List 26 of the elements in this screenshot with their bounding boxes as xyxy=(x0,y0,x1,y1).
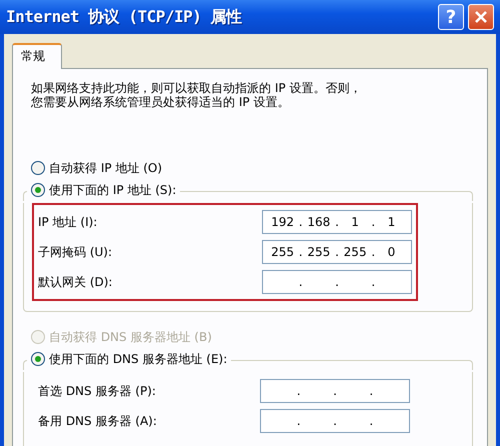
ip-address-field[interactable]: . . . xyxy=(260,409,410,433)
radio-label: 使用下面的 DNS 服务器地址 (E): xyxy=(49,350,228,368)
description-text: 如果网络支持此功能，则可以获取自动指派的 IP 设置。否则， xyxy=(31,81,362,95)
group-box-border xyxy=(23,360,27,370)
field-label: 首选 DNS 服务器 (P): xyxy=(38,382,156,400)
help-button[interactable]: ? xyxy=(438,4,464,30)
ip-address-field[interactable]: . . . xyxy=(260,379,410,403)
close-button[interactable] xyxy=(468,4,494,30)
window-title: Internet 协议 (TCP/IP) 属性 xyxy=(6,6,242,28)
ip-address-field[interactable]: . . . xyxy=(262,270,412,294)
close-icon xyxy=(474,10,488,24)
radio-button[interactable] xyxy=(31,183,45,197)
radio-label: 使用下面的 IP 地址 (S): xyxy=(49,182,176,198)
radio-button[interactable] xyxy=(31,352,45,366)
group-box-border xyxy=(23,191,27,201)
radio-label: 自动获得 DNS 服务器地址 (B) xyxy=(49,328,212,346)
description-text: 您需要从网络系统管理员处获得适当的 IP 设置。 xyxy=(31,95,290,109)
field-label: 子网掩码 (U): xyxy=(38,244,112,260)
tab[interactable]: 常规 xyxy=(12,43,62,69)
ip-address-field[interactable]: 192 . 168 . 1 . 1 xyxy=(262,210,412,234)
radio-label: 自动获得 IP 地址 (O) xyxy=(49,160,162,176)
radio-button[interactable] xyxy=(31,161,45,175)
ip-address-field[interactable]: 255 . 255 . 255 . 0 xyxy=(262,240,412,264)
field-label: IP 地址 (I): xyxy=(38,214,98,230)
field-label: 默认网关 (D): xyxy=(38,274,112,290)
field-label: 备用 DNS 服务器 (A): xyxy=(38,412,157,430)
